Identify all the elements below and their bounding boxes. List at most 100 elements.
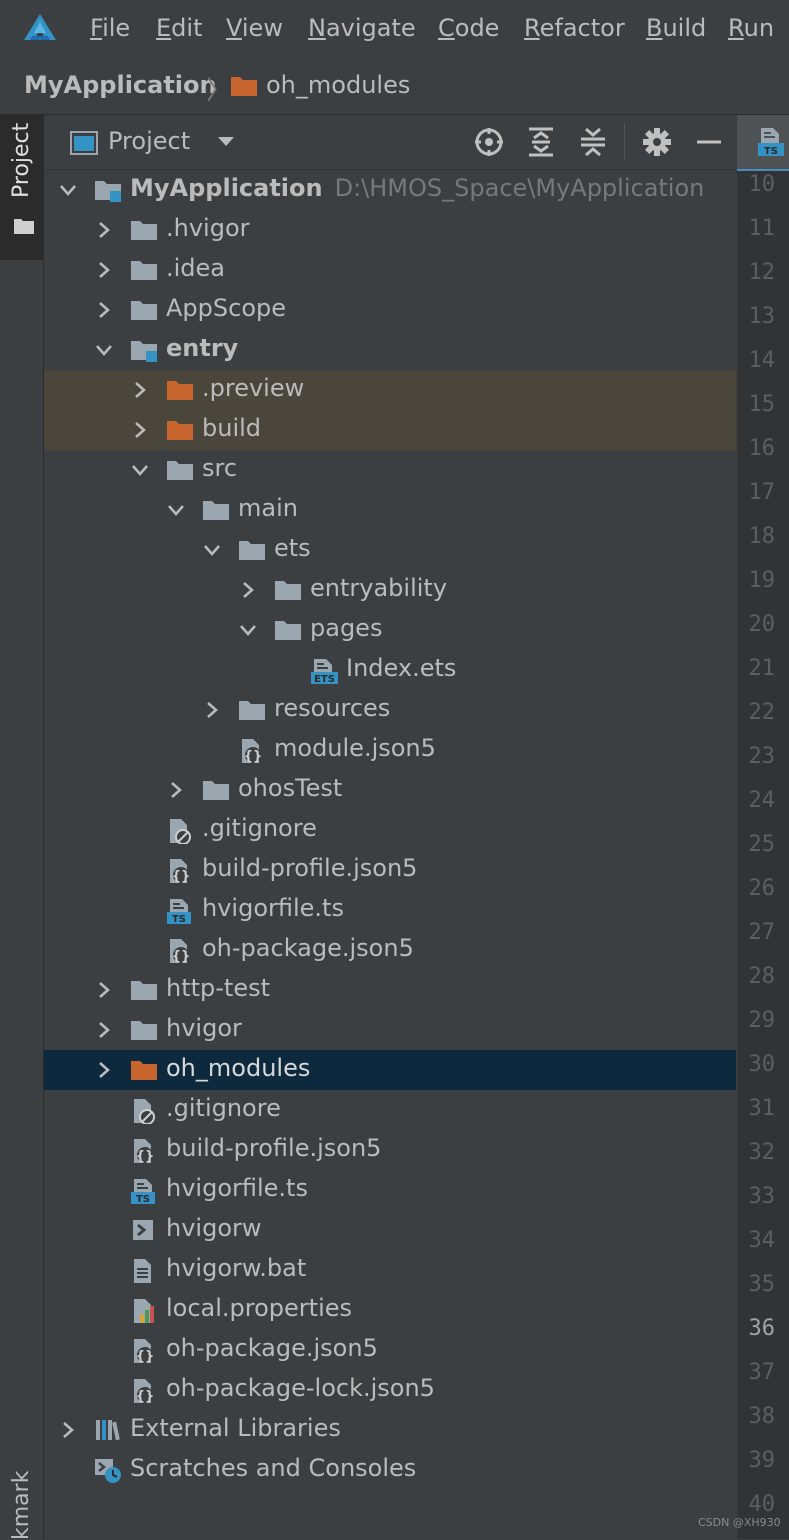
tree-row-gitignore[interactable]: .gitignore [44, 810, 736, 850]
tree-row-ohostest[interactable]: ohosTest [44, 770, 736, 810]
chevron-right-icon[interactable] [94, 220, 114, 240]
line-number[interactable]: 37 [737, 1360, 776, 1385]
chevron-down-icon[interactable] [130, 460, 150, 480]
chevron-down-icon[interactable] [238, 620, 258, 640]
tree-row-resources[interactable]: resources [44, 690, 736, 730]
tree-row-entry[interactable]: entry [44, 330, 736, 370]
tree-row-root-build-profile[interactable]: {} build-profile.json5 [44, 1130, 736, 1170]
line-number[interactable]: 16 [737, 436, 776, 461]
chevron-down-icon[interactable] [94, 340, 114, 360]
chevron-right-icon[interactable] [94, 1020, 114, 1040]
line-number[interactable]: 29 [737, 1008, 776, 1033]
chevron-right-icon[interactable] [202, 700, 222, 720]
tree-row-oh-modules[interactable]: oh_modules [44, 1050, 736, 1090]
tree-row-ets[interactable]: ets [44, 530, 736, 570]
gear-icon[interactable] [640, 125, 674, 159]
line-number[interactable]: 11 [737, 216, 776, 241]
line-number[interactable]: 26 [737, 876, 776, 901]
line-number[interactable]: 13 [737, 304, 776, 329]
tree-row-hvigorw[interactable]: hvigorw [44, 1210, 736, 1250]
tree-row-hvigor-dir[interactable]: .hvigor [44, 210, 736, 250]
line-number[interactable]: 21 [737, 656, 776, 681]
line-number[interactable]: 23 [737, 744, 776, 769]
menu-view[interactable]: View [226, 14, 283, 42]
menu-run[interactable]: Run [728, 14, 774, 42]
tree-row-oh-package[interactable]: {} oh-package.json5 [44, 930, 736, 970]
line-number[interactable]: 40 [737, 1492, 776, 1517]
breadcrumb-root[interactable]: MyApplication [24, 71, 217, 99]
editor-tab[interactable]: TS [737, 115, 789, 171]
menu-refactor[interactable]: Refactor [524, 14, 625, 42]
menu-file[interactable]: File [90, 14, 130, 42]
chevron-right-icon[interactable] [130, 380, 150, 400]
tree-row-root-gitignore[interactable]: .gitignore [44, 1090, 736, 1130]
tree-row-http-test[interactable]: http-test [44, 970, 736, 1010]
line-number[interactable]: 33 [737, 1184, 776, 1209]
tree-row-appscope[interactable]: AppScope [44, 290, 736, 330]
tree-row-local-properties[interactable]: local.properties [44, 1290, 736, 1330]
bookmarks-tool-tab[interactable]: kmarks [4, 1470, 40, 1540]
menu-build[interactable]: Build [646, 14, 706, 42]
chevron-right-icon[interactable] [238, 580, 258, 600]
tree-row-oh-package-lock[interactable]: {} oh-package-lock.json5 [44, 1370, 736, 1410]
line-number[interactable]: 38 [737, 1404, 776, 1429]
breadcrumb-leaf[interactable]: oh_modules [266, 71, 410, 99]
line-number[interactable]: 24 [737, 788, 776, 813]
collapse-all-icon[interactable] [576, 125, 610, 159]
line-number[interactable]: 39 [737, 1448, 776, 1473]
line-number[interactable]: 30 [737, 1052, 776, 1077]
line-number[interactable]: 20 [737, 612, 776, 637]
chevron-right-icon[interactable] [94, 260, 114, 280]
line-number[interactable]: 19 [737, 568, 776, 593]
tree-row-entryability[interactable]: entryability [44, 570, 736, 610]
line-number[interactable]: 31 [737, 1096, 776, 1121]
line-number[interactable]: 34 [737, 1228, 776, 1253]
tree-row-hvigorfile-ts[interactable]: TS hvigorfile.ts [44, 890, 736, 930]
chevron-right-icon[interactable] [58, 1420, 78, 1440]
line-number[interactable]: 10 [737, 172, 776, 197]
chevron-right-icon[interactable] [94, 1060, 114, 1080]
chevron-right-icon[interactable] [94, 980, 114, 1000]
line-number[interactable]: 12 [737, 260, 776, 285]
tree-row-hvigorw-bat[interactable]: hvigorw.bat [44, 1250, 736, 1290]
chevron-right-icon[interactable] [94, 300, 114, 320]
tree-row-myapplication[interactable]: MyApplication D:\HMOS_Space\MyApplication [44, 170, 736, 210]
tree-row-hvigor[interactable]: hvigor [44, 1010, 736, 1050]
tree-row-idea[interactable]: .idea [44, 250, 736, 290]
chevron-right-icon[interactable] [130, 420, 150, 440]
chevron-down-icon[interactable] [166, 500, 186, 520]
line-number[interactable]: 15 [737, 392, 776, 417]
line-number[interactable]: 17 [737, 480, 776, 505]
tree-row-scratches[interactable]: Scratches and Consoles [44, 1450, 736, 1490]
line-number[interactable]: 18 [737, 524, 776, 549]
tree-row-src[interactable]: src [44, 450, 736, 490]
chevron-down-icon[interactable] [58, 180, 78, 200]
deveco-logo-icon[interactable] [22, 12, 58, 44]
tree-row-root-oh-package[interactable]: {} oh-package.json5 [44, 1330, 736, 1370]
chevron-down-icon[interactable] [202, 540, 222, 560]
tree-row-build[interactable]: build [44, 410, 736, 450]
chevron-down-icon[interactable] [216, 133, 236, 149]
project-view-selector[interactable]: Project [108, 127, 190, 155]
tree-row-build-profile[interactable]: {} build-profile.json5 [44, 850, 736, 890]
menu-code[interactable]: Code [438, 14, 499, 42]
line-number[interactable]: 36 [737, 1316, 776, 1341]
line-number[interactable]: 27 [737, 920, 776, 945]
line-number[interactable]: 22 [737, 700, 776, 725]
hide-icon[interactable] [692, 125, 726, 159]
tree-row-preview[interactable]: .preview [44, 370, 736, 410]
locate-icon[interactable] [472, 125, 506, 159]
tree-row-index-ets[interactable]: ETS Index.ets [44, 650, 736, 690]
line-number[interactable]: 32 [737, 1140, 776, 1165]
menu-navigate[interactable]: Navigate [308, 14, 416, 42]
tree-row-root-hvigorfile[interactable]: TS hvigorfile.ts [44, 1170, 736, 1210]
menu-edit[interactable]: Edit [156, 14, 202, 42]
line-number[interactable]: 35 [737, 1272, 776, 1297]
tree-row-module-json5[interactable]: {} module.json5 [44, 730, 736, 770]
line-number[interactable]: 25 [737, 832, 776, 857]
tree-row-external-libraries[interactable]: External Libraries [44, 1410, 736, 1450]
project-tool-tab[interactable]: Project [0, 115, 43, 260]
tree-row-pages[interactable]: pages [44, 610, 736, 650]
line-number[interactable]: 14 [737, 348, 776, 373]
line-number[interactable]: 28 [737, 964, 776, 989]
